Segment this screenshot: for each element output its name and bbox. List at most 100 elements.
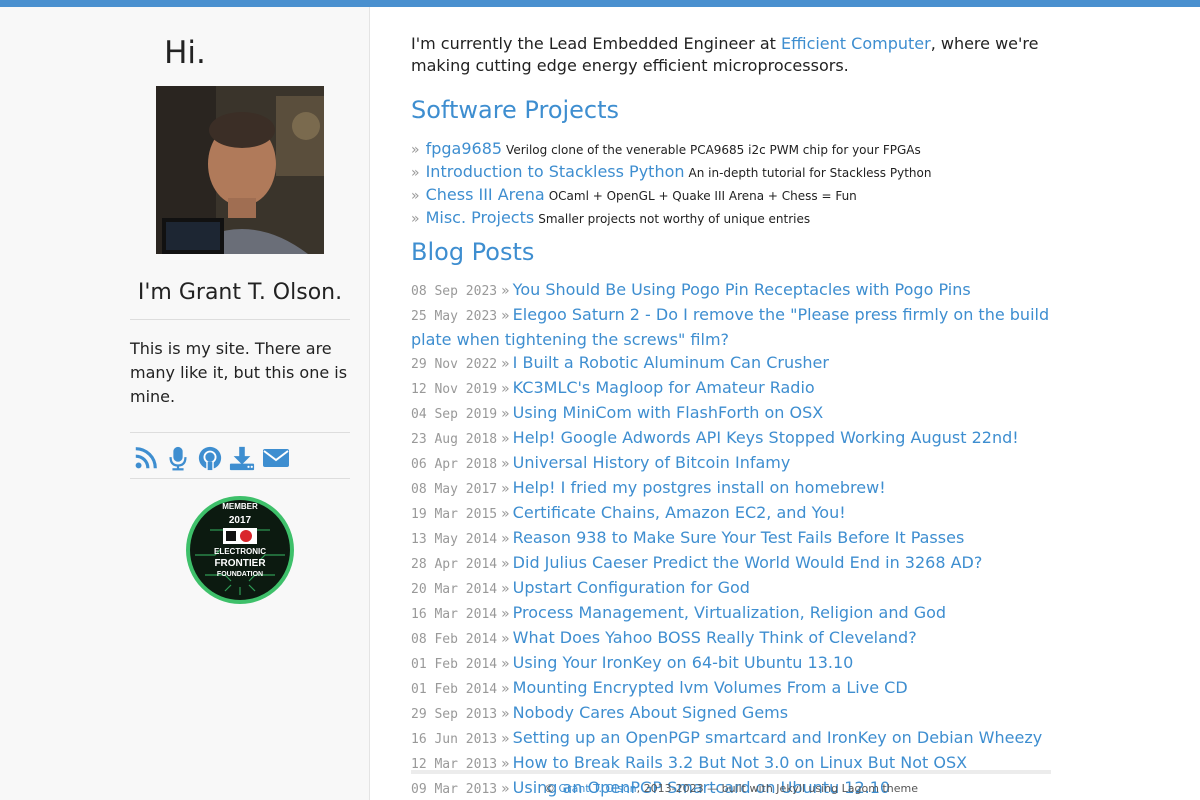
project-item: » Misc. Projects Smaller projects not wort…: [411, 206, 1051, 229]
bullet-icon: »: [501, 731, 510, 747]
svg-text:ELECTRONIC: ELECTRONIC: [214, 547, 266, 556]
greeting-heading: Hi.: [164, 35, 206, 71]
author-name: I'm Grant T. Olson.: [137, 280, 343, 305]
bullet-icon: »: [501, 431, 510, 447]
list-item: 29 Sep 2013» Nobody Cares About Signed Ge…: [411, 701, 1051, 726]
eff-member-badge[interactable]: MEMBER 2017 ELECTRONIC FRONTIER FOUNDATI…: [185, 495, 295, 605]
svg-text:FOUNDATION: FOUNDATION: [217, 571, 263, 578]
top-accent-bar: [0, 0, 1200, 7]
list-item: 06 Apr 2018» Universal History of Bitcoin…: [411, 451, 1051, 476]
footer-author-link[interactable]: Grant T. Olson: [559, 782, 637, 795]
download-icon[interactable]: [229, 444, 255, 472]
post-link[interactable]: What Does Yahoo BOSS Really Think of Cle…: [513, 628, 917, 647]
post-link[interactable]: Nobody Cares About Signed Gems: [513, 703, 788, 722]
post-date: 16 Jun 2013: [411, 732, 498, 747]
employer-link[interactable]: Efficient Computer: [781, 34, 931, 53]
tagline: This is my site. There are many like it,…: [130, 339, 348, 406]
post-date: 13 May 2014: [411, 532, 498, 547]
project-link[interactable]: Introduction to Stackless Python: [426, 162, 685, 181]
post-link[interactable]: Did Julius Caeser Predict the World Woul…: [513, 553, 983, 572]
list-item: 23 Aug 2018» Help! Google Adwords API Key…: [411, 426, 1051, 451]
footer: © Grant T. Olson, 2013-2023 — built with…: [411, 782, 1051, 795]
bullet-icon: »: [411, 211, 420, 227]
bullet-icon: »: [411, 142, 420, 158]
post-date: 28 Apr 2014: [411, 557, 498, 572]
post-link[interactable]: KC3MLC's Magloop for Amateur Radio: [513, 378, 815, 397]
post-date: 29 Nov 2022: [411, 357, 498, 372]
github-icon[interactable]: [197, 444, 223, 472]
footer-divider: [411, 770, 1051, 774]
project-description: Verilog clone of the venerable PCA9685 i…: [506, 143, 921, 157]
post-link[interactable]: You Should Be Using Pogo Pin Receptacles…: [513, 280, 971, 299]
project-link[interactable]: fpga9685: [426, 139, 502, 158]
list-item: 01 Feb 2014» Mounting Encrypted lvm Volum…: [411, 676, 1051, 701]
list-item: 08 Sep 2023» You Should Be Using Pogo Pin…: [411, 278, 1051, 303]
divider: [130, 319, 350, 320]
bullet-icon: »: [501, 531, 510, 547]
list-item: 16 Jun 2013» Setting up an OpenPGP smartc…: [411, 726, 1051, 751]
post-date: 08 May 2017: [411, 482, 498, 497]
list-item: 01 Feb 2014» Using Your IronKey on 64-bit…: [411, 651, 1051, 676]
bullet-icon: »: [501, 356, 510, 372]
list-item: 08 May 2017» Help! I fried my postgres in…: [411, 476, 1051, 501]
bullet-icon: »: [501, 556, 510, 572]
bullet-icon: »: [411, 165, 420, 181]
list-item: 29 Nov 2022» I Built a Robotic Aluminum C…: [411, 351, 1051, 376]
software-projects-heading: Software Projects: [411, 96, 620, 124]
bullet-icon: »: [501, 406, 510, 422]
list-item: 13 May 2014» Reason 938 to Make Sure Your…: [411, 526, 1051, 551]
envelope-icon[interactable]: [261, 444, 291, 472]
svg-text:MEMBER: MEMBER: [222, 502, 258, 511]
project-item: » Chess III Arena OCaml + OpenGL + Quake I…: [411, 183, 1051, 206]
post-date: 01 Feb 2014: [411, 657, 498, 672]
list-item: 16 Mar 2014» Process Management, Virtuali…: [411, 601, 1051, 626]
project-link[interactable]: Chess III Arena: [426, 185, 545, 204]
post-link[interactable]: Certificate Chains, Amazon EC2, and You!: [513, 503, 846, 522]
bullet-icon: »: [501, 581, 510, 597]
post-link[interactable]: Help! I fried my postgres install on hom…: [513, 478, 886, 497]
post-link[interactable]: Reason 938 to Make Sure Your Test Fails …: [513, 528, 965, 547]
intro-before: I'm currently the Lead Embedded Engineer…: [411, 34, 781, 53]
svg-text:FRONTIER: FRONTIER: [214, 558, 266, 569]
project-description: An in-depth tutorial for Stackless Pytho…: [688, 166, 932, 180]
post-link[interactable]: Upstart Configuration for God: [513, 578, 750, 597]
post-date: 08 Feb 2014: [411, 632, 498, 647]
project-link[interactable]: Misc. Projects: [426, 208, 535, 227]
post-date: 23 Aug 2018: [411, 432, 498, 447]
post-list: 08 Sep 2023» You Should Be Using Pogo Pin…: [411, 278, 1051, 800]
bullet-icon: »: [501, 381, 510, 397]
bullet-icon: »: [501, 706, 510, 722]
post-link[interactable]: Help! Google Adwords API Keys Stopped Wo…: [513, 428, 1019, 447]
intro-text: I'm currently the Lead Embedded Engineer…: [411, 33, 1051, 77]
post-link[interactable]: Using Your IronKey on 64-bit Ubuntu 13.1…: [513, 653, 854, 672]
bullet-icon: »: [501, 456, 510, 472]
bullet-icon: »: [501, 631, 510, 647]
post-link[interactable]: Process Management, Virtualization, Reli…: [513, 603, 946, 622]
post-date: 12 Nov 2019: [411, 382, 498, 397]
bullet-icon: »: [411, 188, 420, 204]
social-links: [133, 443, 291, 473]
post-link[interactable]: Universal History of Bitcoin Infamy: [513, 453, 791, 472]
post-date: 29 Sep 2013: [411, 707, 498, 722]
footer-suffix: , 2013-2023 — built with Jekyll using La…: [636, 782, 918, 795]
post-link[interactable]: Using MiniCom with FlashForth on OSX: [513, 403, 824, 422]
post-link[interactable]: Setting up an OpenPGP smartcard and Iron…: [513, 728, 1043, 747]
list-item: 12 Nov 2019» KC3MLC's Magloop for Amateur…: [411, 376, 1051, 401]
post-date: 01 Feb 2014: [411, 682, 498, 697]
rss-icon[interactable]: [133, 444, 159, 472]
list-item: 19 Mar 2015» Certificate Chains, Amazon E…: [411, 501, 1051, 526]
post-date: 04 Sep 2019: [411, 407, 498, 422]
bullet-icon: »: [501, 481, 510, 497]
sidebar: Hi. I'm Grant T. Olson. This is my site.…: [0, 7, 370, 800]
microphone-icon[interactable]: [165, 444, 191, 472]
post-date: 16 Mar 2014: [411, 607, 498, 622]
bullet-icon: »: [501, 506, 510, 522]
list-item: 28 Apr 2014» Did Julius Caeser Predict th…: [411, 551, 1051, 576]
project-description: OCaml + OpenGL + Quake III Arena + Chess…: [548, 189, 857, 203]
project-list: » fpga9685 Verilog clone of the venerable …: [411, 137, 1051, 229]
project-description: Smaller projects not worthy of unique en…: [538, 212, 811, 226]
bullet-icon: »: [501, 606, 510, 622]
post-date: 25 May 2023: [411, 309, 498, 324]
post-link[interactable]: Mounting Encrypted lvm Volumes From a Li…: [513, 678, 908, 697]
post-link[interactable]: I Built a Robotic Aluminum Can Crusher: [513, 353, 829, 372]
